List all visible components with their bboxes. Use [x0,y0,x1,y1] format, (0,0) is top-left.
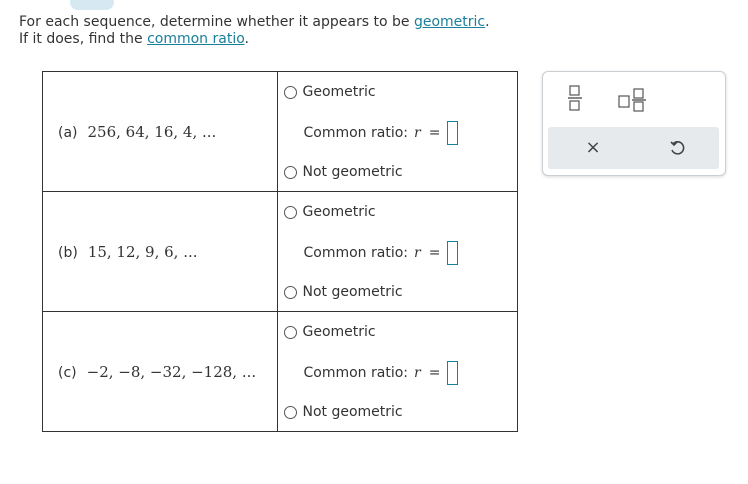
ratio-input[interactable] [447,121,459,145]
option-label: Geometric [302,324,376,340]
common-ratio-row: Common ratio: r = [304,121,459,145]
geometric-option[interactable]: Geometric [283,84,376,100]
not-geometric-option[interactable]: Not geometric [283,164,403,180]
instruction-line-1: For each sequence, determine whether it … [19,14,490,31]
radio-button[interactable] [283,285,297,299]
part-label: (c) [58,365,77,381]
sequence-cell: (a) 256, 64, 16, 4, ... [42,71,278,192]
geometric-link[interactable]: geometric [414,14,485,30]
answer-cell: Geometric Common ratio: r = Not geometric [276,191,518,312]
option-label: Geometric [302,84,376,100]
not-geometric-option[interactable]: Not geometric [283,404,403,420]
common-ratio-link[interactable]: common ratio [147,31,244,47]
question-table: (a) 256, 64, 16, 4, ... Geometric Common … [42,71,518,432]
option-label: Not geometric [302,164,403,180]
common-ratio-row: Common ratio: r = [304,241,459,265]
undo-icon[interactable] [669,140,685,156]
instruction-text: For each sequence, determine whether it … [19,14,414,30]
geometric-option[interactable]: Geometric [283,204,376,220]
radio-button[interactable] [283,325,297,339]
not-geometric-option[interactable]: Not geometric [283,284,403,300]
ratio-label: Common ratio: [303,245,409,261]
sequence-text: 15, 12, 9, 6, ... [87,243,198,261]
option-label: Not geometric [302,404,403,420]
radio-button[interactable] [283,405,297,419]
ratio-input[interactable] [447,241,459,265]
instruction-text: . [244,31,249,47]
ratio-label: Common ratio: [303,365,409,381]
sequence-cell: (c) −2, −8, −32, −128, ... [42,311,278,432]
part-label: (a) [58,125,78,141]
action-bar: × [548,127,719,169]
common-ratio-row: Common ratio: r = [304,361,459,385]
equals-sign: = [428,125,441,141]
sequence-text: 256, 64, 16, 4, ... [87,123,217,141]
clear-button[interactable]: × [585,139,601,157]
answer-cell: Geometric Common ratio: r = Not geometric [276,71,518,192]
radio-button[interactable] [283,205,297,219]
option-label: Not geometric [302,284,403,300]
answer-cell: Geometric Common ratio: r = Not geometric [276,311,518,432]
instructions: For each sequence, determine whether it … [19,14,490,48]
mixed-number-icon[interactable] [618,88,650,112]
ratio-variable: r [414,365,421,381]
geometric-option[interactable]: Geometric [283,324,376,340]
instruction-text: . [485,14,490,30]
ratio-variable: r [414,245,421,261]
instruction-text: If it does, find the [19,31,148,47]
math-tools-panel: × [542,71,726,176]
fraction-icon[interactable] [567,84,583,112]
table-row: (c) −2, −8, −32, −128, ... Geometric Comm… [42,311,518,432]
sequence-text: −2, −8, −32, −128, ... [86,363,257,381]
part-label: (b) [58,245,78,261]
ratio-label: Common ratio: [303,125,409,141]
equals-sign: = [428,245,441,261]
ratio-input[interactable] [447,361,459,385]
table-row: (a) 256, 64, 16, 4, ... Geometric Common … [42,71,518,192]
table-row: (b) 15, 12, 9, 6, ... Geometric Common ra… [42,191,518,312]
option-label: Geometric [302,204,376,220]
equals-sign: = [428,365,441,381]
instruction-line-2: If it does, find the common ratio. [19,31,490,48]
collapse-tab[interactable] [70,0,114,10]
sequence-cell: (b) 15, 12, 9, 6, ... [42,191,278,312]
ratio-variable: r [414,125,421,141]
radio-button[interactable] [283,165,297,179]
radio-button[interactable] [283,85,297,99]
